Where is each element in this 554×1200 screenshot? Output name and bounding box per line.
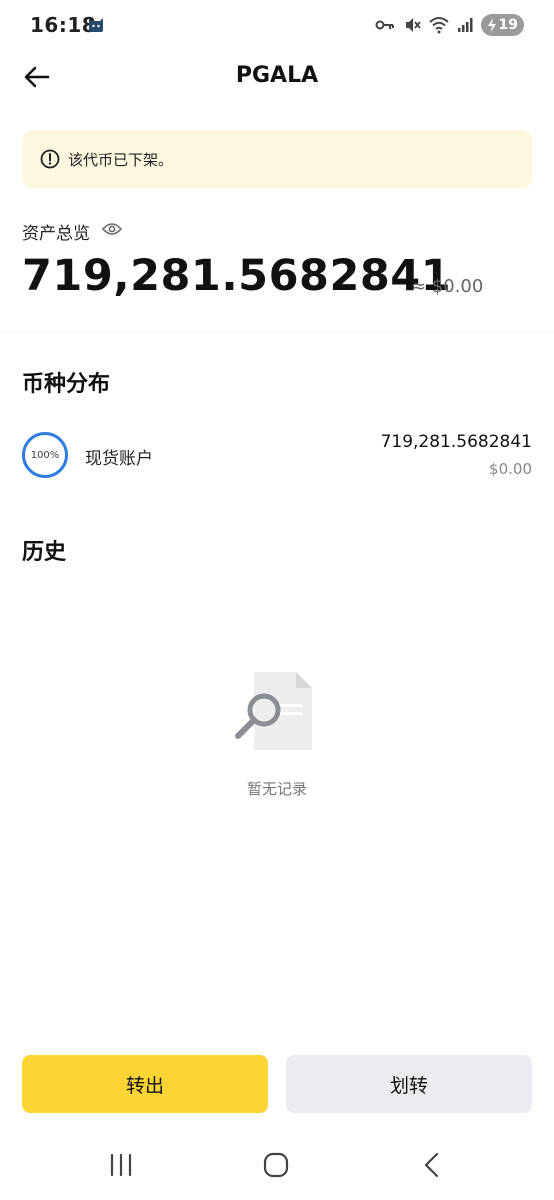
total-amount: 719,281.5682841: [22, 251, 452, 301]
distribution-title: 币种分布: [22, 372, 111, 397]
section-divider: [0, 332, 554, 333]
back-icon[interactable]: [412, 1150, 452, 1180]
info-circle-icon: [40, 149, 60, 169]
mute-icon: [405, 18, 421, 32]
account-usd-value: $0.00: [489, 460, 532, 478]
notice-text: 该代币已下架。: [68, 151, 174, 169]
withdraw-button[interactable]: 转出: [22, 1055, 268, 1113]
transfer-button[interactable]: 划转: [286, 1055, 532, 1113]
history-title: 历史: [22, 540, 67, 565]
signal-icon: [457, 18, 473, 32]
percent-ring: 100%: [22, 432, 68, 478]
delisted-notice: 该代币已下架。: [22, 130, 532, 188]
overview-label: 资产总览: [22, 224, 90, 244]
home-icon[interactable]: [256, 1150, 296, 1180]
page-title: PGALA: [235, 63, 319, 88]
recent-apps-icon[interactable]: [101, 1150, 141, 1180]
key-icon: [375, 20, 394, 30]
account-name: 现货账户: [85, 449, 153, 469]
status-bar: 16:18 19: [0, 0, 554, 52]
wifi-icon: [428, 17, 449, 34]
header: PGALA: [0, 52, 554, 102]
status-icons: 19: [375, 14, 524, 36]
page: 16:18 19 PGALA 该代币已下架。 资产总览 719,281.5682…: [0, 0, 554, 1200]
battery-level: 19: [498, 17, 518, 33]
charging-icon: [487, 18, 496, 32]
account-row[interactable]: 100% 现货账户 719,281.5682841 $0.00: [0, 420, 554, 492]
system-nav-bar: [0, 1136, 554, 1200]
search-document-icon: [235, 672, 312, 750]
approx-usd-value: ≈ $0.00: [411, 276, 484, 297]
cat-app-icon: [89, 18, 103, 32]
eye-icon[interactable]: [102, 222, 122, 236]
percent-label: 100%: [30, 449, 60, 461]
empty-state-text: 暂无记录: [246, 780, 307, 798]
account-amount: 719,281.5682841: [380, 432, 532, 452]
battery-indicator: 19: [480, 14, 524, 36]
